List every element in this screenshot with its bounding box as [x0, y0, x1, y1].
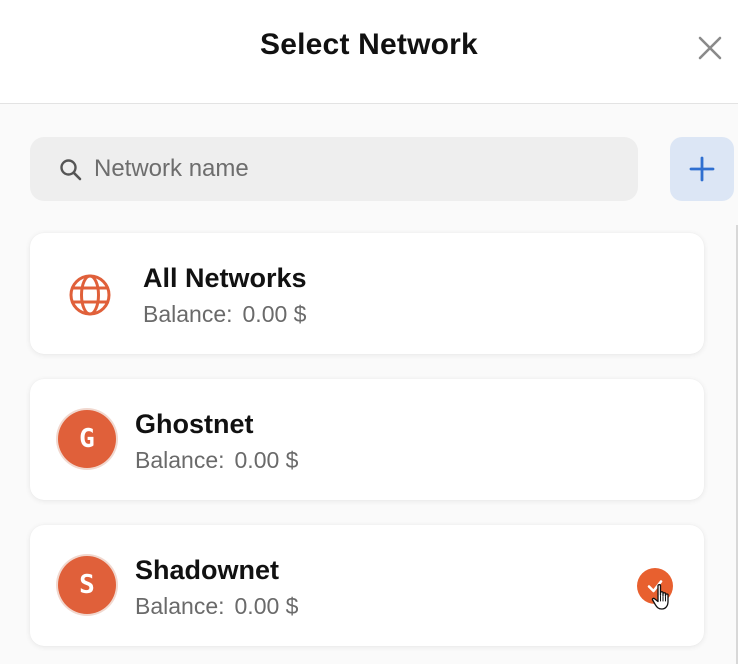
globe-icon — [69, 274, 111, 316]
network-name: Ghostnet — [135, 409, 254, 439]
search-icon — [60, 159, 82, 181]
balance-label: Balance: — [135, 447, 225, 473]
network-item-shadownet[interactable]: S Shadownet Balance: 0.00 $ — [30, 525, 704, 646]
network-item-ghostnet[interactable]: G Ghostnet Balance: 0.00 $ — [30, 379, 704, 500]
checkmark-icon — [647, 580, 663, 593]
network-balance: Balance: 0.00 $ — [135, 593, 298, 620]
plus-icon — [689, 156, 715, 182]
close-button[interactable] — [694, 32, 726, 64]
add-network-button[interactable] — [670, 137, 734, 201]
balance-value: 0.00 $ — [234, 447, 299, 473]
balance-label: Balance: — [143, 301, 233, 327]
avatar: G — [58, 410, 116, 468]
page-title: Select Network — [260, 28, 478, 61]
network-balance: Balance: 0.00 $ — [135, 447, 298, 474]
network-item-all-networks[interactable]: All Networks Balance: 0.00 $ — [30, 233, 704, 354]
balance-value: 0.00 $ — [242, 301, 307, 327]
network-name: All Networks — [143, 263, 307, 293]
balance-value: 0.00 $ — [234, 593, 299, 619]
balance-label: Balance: — [135, 593, 225, 619]
avatar: S — [58, 556, 116, 614]
network-balance: Balance: 0.00 $ — [143, 301, 306, 328]
close-icon — [698, 36, 722, 60]
network-name: Shadownet — [135, 555, 280, 585]
search-box[interactable] — [30, 137, 638, 201]
selected-check-badge — [637, 568, 673, 604]
modal-header: Select Network — [0, 0, 738, 104]
search-input[interactable] — [94, 137, 624, 201]
